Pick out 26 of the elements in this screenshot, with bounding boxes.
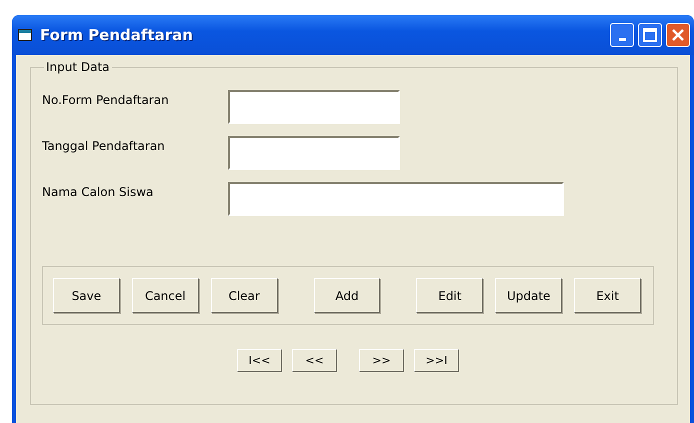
navigation-button[interactable]: >> bbox=[359, 349, 404, 372]
form-button[interactable]: Clear bbox=[210, 278, 278, 313]
field-label: Tanggal Pendaftaran bbox=[42, 138, 166, 153]
navigation-button[interactable]: << bbox=[292, 349, 337, 372]
input-field[interactable] bbox=[228, 90, 400, 124]
form-icon bbox=[18, 29, 32, 41]
navigation-button[interactable]: I<< bbox=[237, 349, 282, 372]
close-icon bbox=[671, 28, 685, 42]
form-button[interactable]: Exit bbox=[574, 278, 642, 313]
input-field[interactable] bbox=[228, 182, 564, 216]
maximize-icon bbox=[643, 28, 657, 42]
field-label: Nama Calon Siswa bbox=[42, 184, 154, 199]
field-label: No.Form Pendaftaran bbox=[42, 92, 170, 107]
frame-title: Input Data bbox=[45, 60, 111, 74]
window-title: Form Pendaftaran bbox=[40, 26, 194, 44]
form-button[interactable]: Save bbox=[53, 278, 120, 313]
form-button[interactable]: Update bbox=[495, 278, 562, 313]
maximize-button[interactable] bbox=[638, 23, 662, 47]
form-button[interactable]: Add bbox=[314, 278, 380, 313]
form-button[interactable]: Edit bbox=[416, 278, 484, 313]
minimize-icon bbox=[618, 38, 626, 40]
input-field[interactable] bbox=[228, 136, 400, 170]
minimize-button[interactable] bbox=[610, 23, 634, 47]
navigation-button[interactable]: >>I bbox=[414, 349, 459, 372]
form-button[interactable]: Cancel bbox=[132, 278, 199, 313]
close-button[interactable] bbox=[666, 23, 690, 47]
